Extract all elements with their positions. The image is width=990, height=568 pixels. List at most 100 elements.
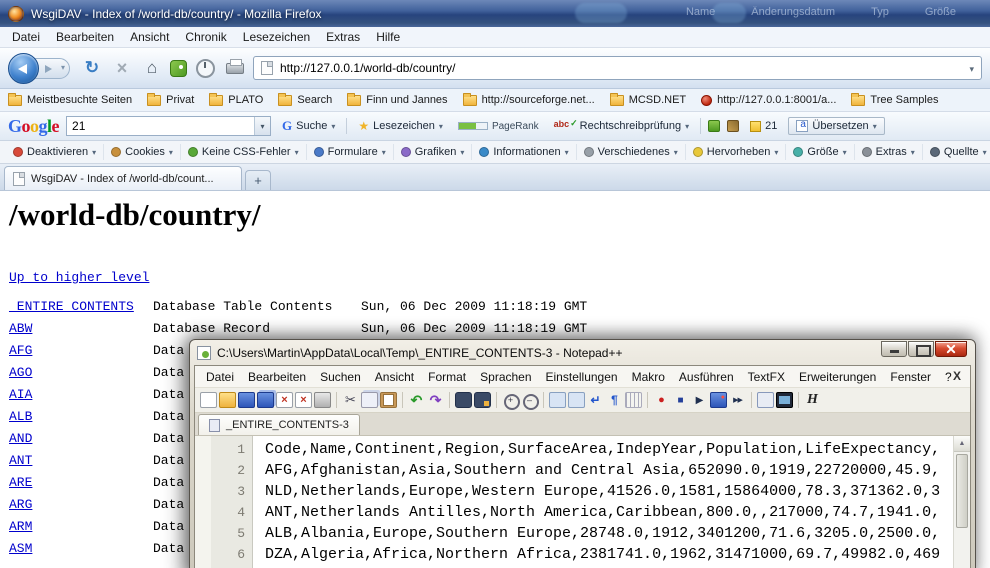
bookmark-item[interactable]: Privat	[147, 94, 194, 106]
stop-icon[interactable]	[110, 56, 134, 80]
spellcheck-button[interactable]: Rechtschreibprüfung	[550, 118, 694, 134]
vertical-scrollbar[interactable]	[953, 436, 970, 568]
sync-v-icon[interactable]	[549, 392, 566, 408]
bookmark-item[interactable]: Search	[278, 94, 332, 106]
reload-icon[interactable]	[80, 56, 104, 80]
separator[interactable]	[402, 392, 403, 408]
webdev-menu-item[interactable]: Keine CSS-Fehler	[181, 144, 307, 160]
close-button[interactable]	[935, 341, 967, 357]
webdev-menu-item[interactable]: Formulare	[307, 144, 394, 160]
webdev-menu-item[interactable]: Hervorheben	[686, 144, 787, 160]
monitor-icon[interactable]	[776, 392, 793, 408]
tab-wsgidav[interactable]: WsgiDAV - Index of /world-db/count...	[4, 166, 242, 190]
notepad-titlebar[interactable]: C:\Users\Martin\AppData\Local\Temp\_ENTI…	[190, 340, 975, 365]
pencil-icon[interactable]	[727, 120, 739, 132]
hex-icon[interactable]	[804, 392, 821, 408]
google-search-box[interactable]: 21	[66, 116, 271, 136]
bookmark-item[interactable]: MCSD.NET	[610, 94, 686, 106]
entry-link[interactable]: AND	[9, 431, 153, 446]
save-icon[interactable]	[238, 392, 255, 408]
webdev-menu-item[interactable]: Verschiedenes	[577, 144, 686, 160]
menu-item[interactable]: Makro	[625, 368, 672, 386]
entry-link[interactable]: ABW	[9, 321, 153, 336]
up-link[interactable]: Up to higher level	[9, 270, 149, 285]
highlight-button[interactable]: 21	[746, 118, 781, 134]
menu-item[interactable]: Bearbeiten	[48, 28, 122, 46]
menu-item[interactable]: Suchen	[313, 368, 368, 386]
cut-icon[interactable]	[342, 392, 359, 408]
menu-item[interactable]: TextFX	[741, 368, 792, 386]
entry-link[interactable]: ANT	[9, 453, 153, 468]
copy-icon[interactable]	[361, 392, 378, 408]
separator[interactable]	[751, 392, 752, 408]
play-macro-icon[interactable]	[691, 392, 708, 408]
show-symbols-icon[interactable]	[606, 392, 623, 408]
menu-item[interactable]: Bearbeiten	[241, 368, 313, 386]
close-doc-icon[interactable]	[276, 392, 293, 408]
entry-link[interactable]: ARM	[9, 519, 153, 534]
print-icon[interactable]	[314, 392, 331, 408]
open-icon[interactable]	[219, 392, 236, 408]
url-dropdown-icon[interactable]	[969, 59, 974, 77]
home-icon[interactable]	[140, 56, 164, 80]
menu-item[interactable]: Datei	[199, 368, 241, 386]
entry-link[interactable]: ARG	[9, 497, 153, 512]
separator[interactable]	[449, 392, 450, 408]
close-document-button[interactable]: X	[953, 369, 961, 383]
scroll-up-icon[interactable]	[954, 436, 970, 452]
firefox-titlebar[interactable]: WsgiDAV - Index of /world-db/country/ - …	[0, 0, 990, 27]
menu-item[interactable]: Hilfe	[368, 28, 408, 46]
close-all-icon[interactable]	[295, 392, 312, 408]
entry-link[interactable]: _ENTIRE_CONTENTS	[9, 299, 153, 314]
back-button[interactable]	[8, 53, 39, 84]
google-search-dropdown-icon[interactable]	[254, 117, 270, 135]
bookmark-item[interactable]: PLATO	[209, 94, 263, 106]
find-icon[interactable]	[455, 392, 472, 408]
run-multi-icon[interactable]	[729, 392, 746, 408]
menu-item[interactable]: Sprachen	[473, 368, 538, 386]
google-bookmarks-button[interactable]: Lesezeichen	[354, 117, 447, 135]
menu-item[interactable]: Ausführen	[672, 368, 741, 386]
entry-link[interactable]: ARE	[9, 475, 153, 490]
bookmark-item[interactable]: http://127.0.0.1:8001/a...	[701, 94, 836, 106]
menu-item[interactable]: Einstellungen	[539, 368, 625, 386]
menu-item[interactable]: Format	[421, 368, 473, 386]
entry-link[interactable]: ASM	[9, 541, 153, 556]
menu-item[interactable]: Lesezeichen	[235, 28, 318, 46]
bookmark-item[interactable]: Finn und Jannes	[347, 94, 447, 106]
webdev-menu-item[interactable]: Informationen	[472, 144, 576, 160]
feed-icon[interactable]	[170, 60, 187, 77]
doc-switch-icon[interactable]	[757, 392, 774, 408]
url-text[interactable]: http://127.0.0.1/world-db/country/	[280, 61, 962, 75]
word-wrap-icon[interactable]	[587, 392, 604, 408]
entry-link[interactable]: AGO	[9, 365, 153, 380]
zoom-in-icon[interactable]	[502, 392, 519, 408]
translate-button[interactable]: Übersetzen	[788, 117, 884, 135]
separator[interactable]	[798, 392, 799, 408]
entry-link[interactable]: ALB	[9, 409, 153, 424]
entry-link[interactable]: AIA	[9, 387, 153, 402]
redo-icon[interactable]	[427, 392, 444, 408]
replace-icon[interactable]	[474, 392, 491, 408]
bookmark-item[interactable]: Meistbesuchte Seiten	[8, 94, 132, 106]
webdev-menu-item[interactable]: Cookies	[104, 144, 181, 160]
separator[interactable]	[647, 392, 648, 408]
menu-item[interactable]: Fenster	[883, 368, 938, 386]
webdev-menu-item[interactable]: Deaktivieren	[6, 144, 104, 160]
autofill-icon[interactable]	[708, 120, 720, 132]
menu-item[interactable]: Erweiterungen	[792, 368, 883, 386]
clock-icon[interactable]	[193, 56, 217, 80]
separator[interactable]	[543, 392, 544, 408]
editor-text[interactable]: Code,Name,Continent,Region,SurfaceArea,I…	[253, 436, 953, 568]
maximize-button[interactable]	[908, 341, 934, 357]
stop-macro-icon[interactable]	[672, 392, 689, 408]
scrollbar-thumb[interactable]	[956, 454, 968, 528]
webdev-menu-item[interactable]: Grafiken	[394, 144, 473, 160]
menu-item[interactable]: Datei	[4, 28, 48, 46]
record-macro-icon[interactable]	[653, 392, 670, 408]
google-search-value[interactable]: 21	[67, 119, 254, 133]
webdev-menu-item[interactable]: Quellte	[923, 144, 990, 160]
webdev-menu-item[interactable]: Extras	[855, 144, 923, 160]
menu-item[interactable]: Ansicht	[122, 28, 177, 46]
pagerank-indicator[interactable]: PageRank	[454, 119, 543, 134]
